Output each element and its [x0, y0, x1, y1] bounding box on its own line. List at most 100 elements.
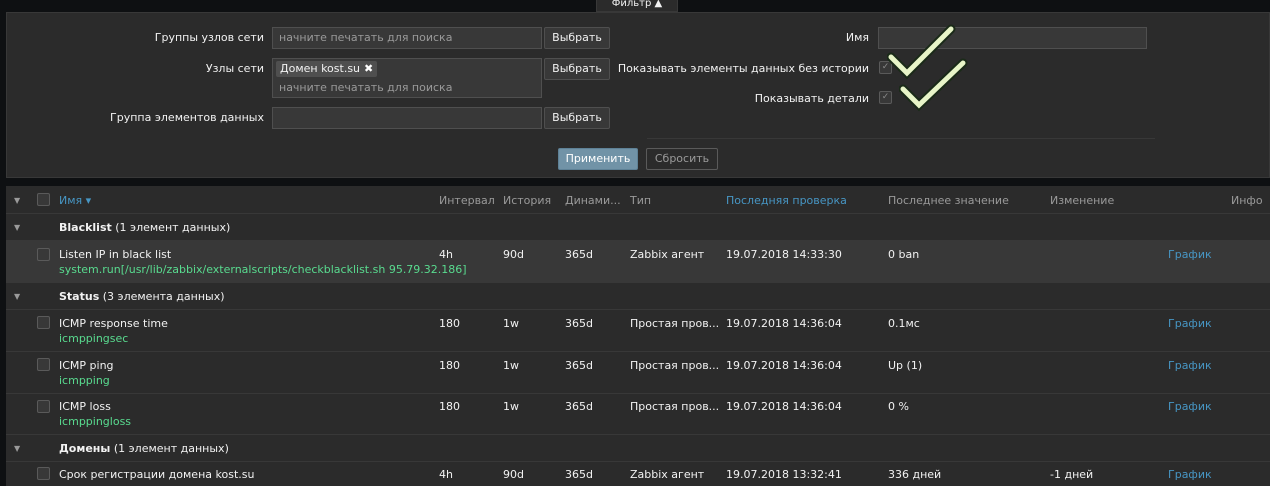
- host-groups-label: Группы узлов сети: [154, 31, 264, 44]
- reset-button[interactable]: Сбросить: [646, 148, 718, 170]
- item-trends: 365d: [565, 468, 593, 481]
- item-last-check: 19.07.2018 14:36:04: [726, 359, 842, 372]
- annotation-checkmark-icon: [899, 58, 968, 112]
- item-name: ICMP response time: [59, 317, 168, 330]
- item-name: Срок регистрации домена kost.su: [59, 468, 255, 481]
- graph-link[interactable]: График: [1168, 248, 1212, 261]
- hosts-multiselect[interactable]: Домен kost.su ✖ начните печатать для поис…: [272, 58, 542, 98]
- column-change: Изменение: [1050, 194, 1115, 207]
- group-name: Blacklist: [59, 221, 112, 234]
- show-without-history-label: Показывать элементы данных без истории: [617, 62, 869, 75]
- item-history: 90d: [503, 248, 524, 261]
- row-checkbox[interactable]: [37, 400, 50, 413]
- graph-link[interactable]: График: [1168, 468, 1212, 481]
- table-row: ICMP ping icmpping 180 1w 365d Простая п…: [6, 352, 1270, 394]
- group-title: Blacklist (1 элемент данных): [59, 221, 230, 234]
- item-trends: 365d: [565, 248, 593, 261]
- column-last-value: Последнее значение: [888, 194, 1009, 207]
- graph-link[interactable]: График: [1168, 359, 1212, 372]
- filter-panel: Группы узлов сети начните печатать для п…: [6, 12, 1270, 178]
- item-history: 90d: [503, 468, 524, 481]
- select-all-checkbox[interactable]: [37, 193, 50, 206]
- item-last-check: 19.07.2018 14:36:04: [726, 317, 842, 330]
- item-trends: 365d: [565, 317, 593, 330]
- row-checkbox[interactable]: [37, 467, 50, 480]
- collapse-all-icon[interactable]: ▼: [14, 196, 20, 205]
- table-row: Срок регистрации домена kost.su 4h 90d 3…: [6, 462, 1270, 486]
- group-name: Домены: [59, 442, 111, 455]
- item-interval: 180: [439, 317, 460, 330]
- item-type: Простая пров...: [630, 317, 720, 330]
- hosts-label: Узлы сети: [205, 62, 264, 75]
- item-history: 1w: [503, 359, 519, 372]
- remove-chip-icon[interactable]: ✖: [364, 62, 373, 75]
- item-history: 1w: [503, 400, 519, 413]
- item-key: system.run[/usr/lib/zabbix/externalscrip…: [59, 263, 467, 276]
- column-trends: Динами...: [565, 194, 621, 207]
- column-info: Инфо: [1231, 194, 1263, 207]
- item-name: Listen IP in black list: [59, 248, 172, 261]
- item-interval: 4h: [439, 248, 453, 261]
- item-last-check: 19.07.2018 13:32:41: [726, 468, 842, 481]
- group-collapse-icon[interactable]: ▼: [14, 292, 20, 301]
- table-header: ▼ Имя ▾ Интервал История Динами... Тип П…: [6, 186, 1270, 214]
- host-groups-select-button[interactable]: Выбрать: [544, 27, 610, 49]
- item-last-value: Up (1): [888, 359, 923, 372]
- group-count: (3 элемента данных): [102, 290, 225, 303]
- filter-toggle-tab[interactable]: Фильтр ▲: [596, 0, 678, 12]
- group-name: Status: [59, 290, 100, 303]
- item-key: icmppingsec: [59, 332, 129, 345]
- graph-link[interactable]: График: [1168, 317, 1212, 330]
- column-type: Тип: [630, 194, 652, 207]
- name-label: Имя: [845, 31, 869, 44]
- item-last-value: 0 %: [888, 400, 909, 413]
- group-title: Домены (1 элемент данных): [59, 442, 229, 455]
- item-history: 1w: [503, 317, 519, 330]
- item-type: Zabbix агент: [630, 248, 705, 261]
- table-row: ICMP response time icmppingsec 180 1w 36…: [6, 310, 1270, 352]
- hosts-search-placeholder[interactable]: начните печатать для поиска: [279, 81, 452, 94]
- item-type: Простая пров...: [630, 400, 720, 413]
- item-change: -1 дней: [1050, 468, 1094, 481]
- column-interval: Интервал: [439, 194, 495, 207]
- host-groups-input[interactable]: начните печатать для поиска: [272, 27, 542, 49]
- column-history: История: [503, 194, 552, 207]
- host-chip-label: Домен kost.su: [280, 62, 361, 75]
- item-type: Простая пров...: [630, 359, 720, 372]
- table-row: ICMP loss icmppingloss 180 1w 365d Прост…: [6, 394, 1270, 435]
- group-count: (1 элемент данных): [113, 442, 229, 455]
- item-last-value: 0 ban: [888, 248, 920, 261]
- item-type: Zabbix агент: [630, 468, 705, 481]
- item-key: icmppingloss: [59, 415, 132, 428]
- graph-link[interactable]: График: [1168, 400, 1212, 413]
- item-interval: 180: [439, 359, 460, 372]
- item-last-value: 0.1мс: [888, 317, 920, 330]
- group-row-status[interactable]: ▼ Status (3 элемента данных): [6, 283, 1270, 310]
- row-checkbox[interactable]: [37, 316, 50, 329]
- item-trends: 365d: [565, 359, 593, 372]
- item-interval: 4h: [439, 468, 453, 481]
- group-row-domains[interactable]: ▼ Домены (1 элемент данных): [6, 435, 1270, 462]
- application-label: Группа элементов данных: [110, 111, 264, 124]
- application-select-button[interactable]: Выбрать: [544, 107, 610, 129]
- item-interval: 180: [439, 400, 460, 413]
- group-title: Status (3 элемента данных): [59, 290, 225, 303]
- filter-separator: [647, 138, 1155, 139]
- apply-button[interactable]: Применить: [558, 148, 638, 170]
- item-name: ICMP ping: [59, 359, 114, 372]
- column-name[interactable]: Имя ▾: [59, 194, 91, 207]
- group-row-blacklist[interactable]: ▼ Blacklist (1 элемент данных): [6, 214, 1270, 241]
- item-last-check: 19.07.2018 14:33:30: [726, 248, 842, 261]
- group-count: (1 элемент данных): [115, 221, 231, 234]
- group-collapse-icon[interactable]: ▼: [14, 444, 20, 453]
- item-trends: 365d: [565, 400, 593, 413]
- latest-data-table: ▼ Имя ▾ Интервал История Динами... Тип П…: [6, 186, 1270, 486]
- row-checkbox[interactable]: [37, 358, 50, 371]
- show-details-checkbox[interactable]: ✓: [879, 91, 892, 104]
- host-chip: Домен kost.su ✖: [276, 61, 378, 77]
- application-input[interactable]: [272, 107, 542, 129]
- column-last-check[interactable]: Последняя проверка: [726, 194, 847, 207]
- row-checkbox[interactable]: [37, 248, 50, 261]
- item-key: icmpping: [59, 374, 110, 387]
- group-collapse-icon[interactable]: ▼: [14, 223, 20, 232]
